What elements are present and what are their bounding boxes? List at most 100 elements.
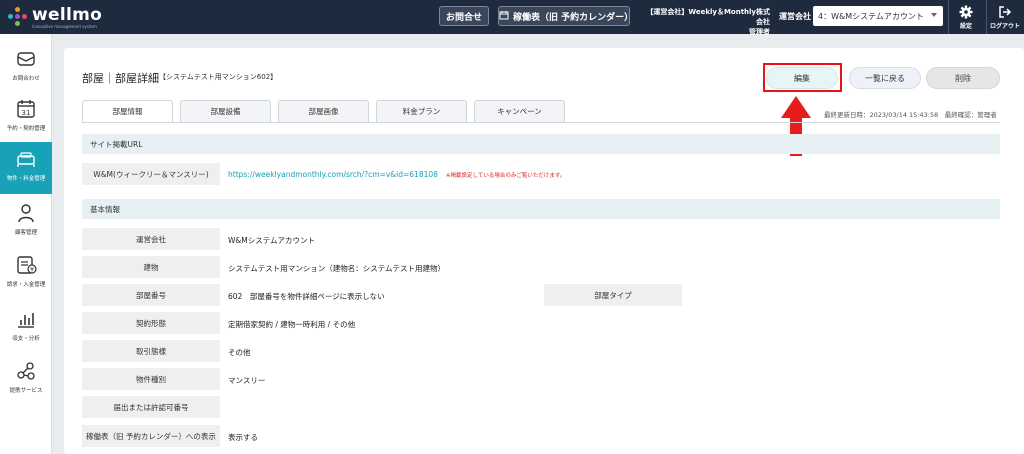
calendar-label: 稼働表（旧 予約カレンダー） — [513, 12, 634, 23]
last-updated: 最終更新日時：2023/03/14 15:43:58 最終確認：管理者 — [824, 111, 997, 119]
company-info: 【運営会社】Weekly＆Monthly株式会社 管理者 — [640, 7, 770, 37]
field-label-text: 建物 — [143, 262, 159, 272]
operator-label: 運営会社 — [779, 12, 811, 21]
field-label-text: 部屋番号 — [136, 290, 166, 300]
sidebar-item-analytics[interactable]: 収支・分析 — [0, 302, 52, 354]
sidebar-item-label: 予約・契約管理 — [6, 126, 46, 132]
delete-button-label: 削除 — [955, 73, 971, 83]
bed-icon — [15, 148, 37, 170]
contact-button[interactable]: お問合せ — [439, 6, 489, 26]
tab-campaigns[interactable]: キャンペーン — [474, 100, 565, 122]
field-label: W&M(ウィークリー＆マンスリー) — [82, 163, 220, 185]
tab-room-images[interactable]: 部屋画像 — [278, 100, 369, 122]
sidebar-item-properties[interactable]: 物件・料金管理 — [0, 142, 52, 194]
bar-chart-icon — [15, 308, 37, 330]
mail-icon — [15, 48, 37, 70]
edit-highlight-box — [763, 63, 842, 92]
page-subtitle: 【システムテスト用マンション602】 — [159, 73, 278, 81]
chevron-down-icon — [931, 13, 937, 17]
field-label-text: 稼働表（旧 予約カレンダー）への表示 — [86, 431, 216, 441]
calendar-icon: 31 — [15, 98, 37, 120]
field-label-text: 物件種別 — [136, 374, 166, 384]
field-label-text: W&M(ウィークリー＆マンスリー) — [93, 169, 209, 179]
operator-select-value: 4：W&Mシステムアカウント — [818, 11, 924, 21]
field-label-text: 契約形態 — [136, 318, 166, 328]
field-label: 契約形態 — [82, 312, 220, 334]
section-header-basic-info: 基本情報 — [82, 199, 1000, 219]
gear-icon — [946, 5, 986, 21]
section-title: サイト掲載URL — [90, 139, 143, 149]
person-icon — [15, 202, 37, 224]
sidebar-item-reservations[interactable]: 31 予約・契約管理 — [0, 92, 52, 144]
field-value: 表示する — [228, 433, 258, 442]
company-name: 【運営会社】Weekly＆Monthly株式会社 — [646, 8, 770, 26]
sidebar: お問合わせ 31 予約・契約管理 物件・料金管理 顧客管理 ¥ 請求・入金管理 … — [0, 34, 52, 454]
site-url-note: ※掲載設定している場合のみご覧いただけます。 — [445, 173, 566, 179]
user-role: 管理者 — [749, 28, 770, 36]
sidebar-item-billing[interactable]: ¥ 請求・入金管理 — [0, 248, 52, 300]
site-url-value: https://weeklyandmonthly.com/srch/?cm=v&… — [228, 170, 565, 179]
settings-button[interactable]: 設定 — [946, 3, 986, 33]
contact-label: お問合せ — [445, 12, 482, 23]
operator-select[interactable]: 4：W&Mシステムアカウント — [813, 6, 943, 26]
back-button-label: 一覧に戻る — [865, 73, 905, 83]
site-url-link[interactable]: https://weeklyandmonthly.com/srch/?cm=v&… — [228, 170, 438, 179]
field-label: 取引態様 — [82, 340, 220, 362]
logo-dots-icon — [8, 7, 28, 27]
svg-text:31: 31 — [22, 109, 31, 117]
network-icon — [15, 360, 37, 382]
sidebar-item-label: 収支・分析 — [12, 336, 40, 342]
tab-room-equipment[interactable]: 部屋設備 — [180, 100, 271, 122]
field-label: 運営会社 — [82, 228, 220, 250]
main-card: 部屋｜部屋詳細 【システムテスト用マンション602】 編集 一覧に戻る 削除 部… — [64, 48, 1024, 454]
field-label-text: 部屋タイプ — [594, 290, 632, 300]
svg-text:¥: ¥ — [30, 267, 34, 274]
field-value: W&Mシステムアカウント — [228, 236, 316, 245]
tab-label: 料金プラン — [402, 107, 441, 116]
invoice-icon: ¥ — [15, 254, 37, 276]
top-bar: wellmo innovative management system お問合せ… — [0, 0, 1024, 37]
back-to-list-button[interactable]: 一覧に戻る — [849, 67, 921, 89]
field-value: システムテスト用マンション（建物名：システムテスト用建物） — [228, 264, 446, 273]
logout-button[interactable]: ログアウト — [985, 3, 1024, 33]
wellmo-logo[interactable]: wellmo innovative management system — [8, 4, 128, 30]
settings-label: 設定 — [959, 23, 972, 30]
page-title: 部屋｜部屋詳細 — [82, 72, 159, 85]
field-label-text: 運営会社 — [136, 234, 166, 244]
logout-label: ログアウト — [989, 23, 1020, 30]
sidebar-item-label: 請求・入金管理 — [6, 282, 46, 288]
section-header-site-url: サイト掲載URL — [82, 134, 1000, 154]
field-label: 届出または許認可番号 — [82, 396, 220, 418]
divider — [82, 122, 1000, 123]
section-title: 基本情報 — [90, 204, 120, 214]
field-value: 602 部屋番号を物件詳細ページに表示しない — [228, 292, 385, 301]
field-value: その他 — [228, 348, 251, 357]
logo-text: wellmo — [32, 5, 103, 25]
sidebar-item-customers[interactable]: 顧客管理 — [0, 196, 52, 248]
delete-button[interactable]: 削除 — [926, 67, 1000, 89]
tab-label: 部屋設備 — [210, 107, 241, 116]
sidebar-item-inquiries[interactable]: お問合わせ — [0, 42, 52, 94]
field-label: 建物 — [82, 256, 220, 278]
field-value: 定期借家契約 / 建物一時利用 / その他 — [228, 320, 356, 329]
tab-room-info[interactable]: 部屋情報 — [82, 100, 173, 122]
sidebar-item-label: お問合わせ — [12, 76, 40, 82]
field-label-text: 届出または許認可番号 — [113, 402, 189, 412]
sidebar-item-label: 物件・料金管理 — [6, 176, 46, 182]
sidebar-item-label: 提携サービス — [9, 388, 43, 394]
sidebar-item-label: 顧客管理 — [14, 230, 37, 236]
calendar-icon — [499, 10, 509, 23]
tab-label: キャンペーン — [497, 107, 542, 116]
tab-label: 部屋情報 — [112, 107, 143, 116]
tab-label: 部屋画像 — [308, 107, 339, 116]
logo-tagline: innovative management system — [32, 24, 97, 29]
field-label: 部屋番号 — [82, 284, 220, 306]
field-label: 部屋タイプ — [544, 284, 682, 306]
sidebar-item-partner-services[interactable]: 提携サービス — [0, 354, 52, 406]
field-label: 稼働表（旧 予約カレンダー）への表示 — [82, 425, 220, 447]
field-label: 物件種別 — [82, 368, 220, 390]
tab-price-plans[interactable]: 料金プラン — [376, 100, 467, 122]
logout-icon — [985, 5, 1024, 21]
calendar-button[interactable]: 稼働表（旧 予約カレンダー） — [498, 6, 634, 26]
field-label-text: 取引態様 — [136, 346, 166, 356]
